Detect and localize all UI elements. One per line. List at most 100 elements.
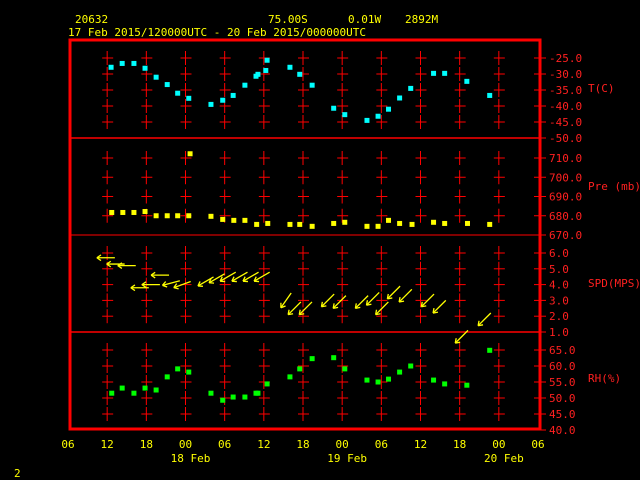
data-marks [96, 57, 493, 403]
pressure-point [142, 209, 148, 215]
station-id: 20632 [75, 13, 108, 26]
wind-arrow [386, 285, 401, 300]
wind-arrow-head [386, 293, 389, 299]
grid [70, 51, 546, 431]
pressure-point [331, 220, 337, 226]
wind-arrow [477, 312, 492, 327]
pressure-point [109, 209, 115, 215]
y-tick-label-rh: 50.0 [549, 392, 576, 405]
wind-arrow-head [398, 296, 401, 303]
wind-arrow-shaft [398, 288, 413, 303]
temperature-point [255, 71, 261, 77]
temperature-point [153, 74, 159, 80]
rh-point [431, 377, 437, 383]
x-tick-label: 18 [453, 438, 466, 451]
rh-point [264, 381, 270, 387]
pressure-point [364, 223, 370, 229]
wind-arrow [280, 292, 292, 309]
wind-arrow [432, 299, 447, 314]
pressure-point [186, 213, 192, 219]
x-tick-label: 18 [140, 438, 153, 451]
pressure-point [386, 217, 392, 223]
pressure-point [187, 151, 193, 157]
pressure-point [442, 220, 448, 226]
y-tick-label-temperature: -40.0 [549, 100, 582, 113]
rh-point [442, 381, 448, 387]
rh-point [164, 374, 170, 380]
temperature-point [408, 85, 414, 91]
pressure-point [487, 221, 493, 227]
y-tick-label-temperature: -45.0 [549, 116, 582, 129]
temperature-point [431, 70, 437, 76]
wind-arrow-head [420, 301, 423, 307]
pressure-point [208, 213, 214, 219]
x-tick-label: 12 [257, 438, 270, 451]
temperature-point [364, 117, 370, 123]
x-tick-label: 00 [336, 438, 349, 451]
temperature-point [263, 67, 269, 73]
wind-arrow-head [365, 300, 369, 306]
pressure-point [131, 209, 137, 215]
temperature-point [375, 113, 381, 119]
wind-arrow [374, 301, 389, 316]
x-tick-label: 12 [414, 438, 427, 451]
rh-point [408, 363, 414, 369]
temperature-point [331, 105, 337, 111]
rh-point [186, 369, 192, 375]
rh-point [175, 366, 181, 372]
wind-arrow-head [298, 309, 301, 315]
pressure-point [242, 217, 248, 223]
y-tick-label-temperature: -25.0 [549, 52, 582, 65]
temperature-point [464, 78, 470, 84]
rh-point [342, 366, 348, 372]
wind-arrow [365, 291, 380, 306]
y-tick-label-pressure: 670.0 [549, 229, 582, 242]
wind-arrow-shaft [320, 293, 335, 308]
pressure-point [265, 220, 271, 226]
rh-point [375, 379, 381, 385]
wind-arrow [173, 280, 191, 290]
y-tick-label-wind: 1.0 [549, 326, 569, 339]
y-tick-label-wind: 3.0 [549, 294, 569, 307]
temperature-point [164, 82, 170, 88]
y-tick-label-pressure: 690.0 [549, 191, 582, 204]
wind-arrow-head [162, 284, 168, 288]
rh-point [487, 347, 493, 353]
page-number: 2 [14, 467, 21, 480]
wind-arrow-shaft [432, 299, 447, 314]
wind-arrow-head [287, 309, 290, 315]
rh-point [109, 390, 115, 396]
y-tick-label-wind: 4.0 [549, 279, 569, 292]
temperature-point [487, 92, 493, 98]
temperature-point [108, 64, 114, 70]
temperature-point [186, 95, 192, 101]
pressure-point [231, 217, 237, 223]
y-tick-label-pressure: 700.0 [549, 171, 582, 184]
y-tick-label-rh: 65.0 [549, 344, 576, 357]
wind-arrow-shaft [280, 292, 292, 309]
day-label: 18 Feb [171, 452, 211, 465]
elevation: 2892M [405, 13, 438, 26]
pressure-point [164, 213, 170, 219]
temperature-point [297, 71, 303, 77]
wind-arrow-shaft [332, 295, 347, 309]
y-tick-label-wind: 5.0 [549, 263, 569, 276]
wind-arrow-shaft [386, 285, 401, 300]
y-tick-label-temperature: -35.0 [549, 84, 582, 97]
pressure-point [120, 209, 126, 215]
wind-arrow-head [432, 308, 435, 314]
wind-arrow-shaft [354, 295, 369, 309]
temperature-point [230, 92, 236, 98]
rh-point [230, 394, 236, 400]
wind-arrow-shaft [366, 291, 380, 306]
time-range: 17 Feb 2015/120000UTC - 20 Feb 2015/0000… [68, 26, 366, 39]
wind-arrow-shaft [477, 312, 492, 327]
temperature-point [287, 64, 293, 70]
wind-arrow [117, 262, 136, 269]
rh-point [242, 394, 248, 400]
rh-point [131, 390, 137, 396]
temperature-point [442, 70, 448, 76]
meteogram: 20632 75.00S 0.01W 2892M 17 Feb 2015/120… [14, 13, 640, 480]
wind-arrow-head [173, 287, 179, 290]
x-tick-label: 06 [61, 438, 74, 451]
